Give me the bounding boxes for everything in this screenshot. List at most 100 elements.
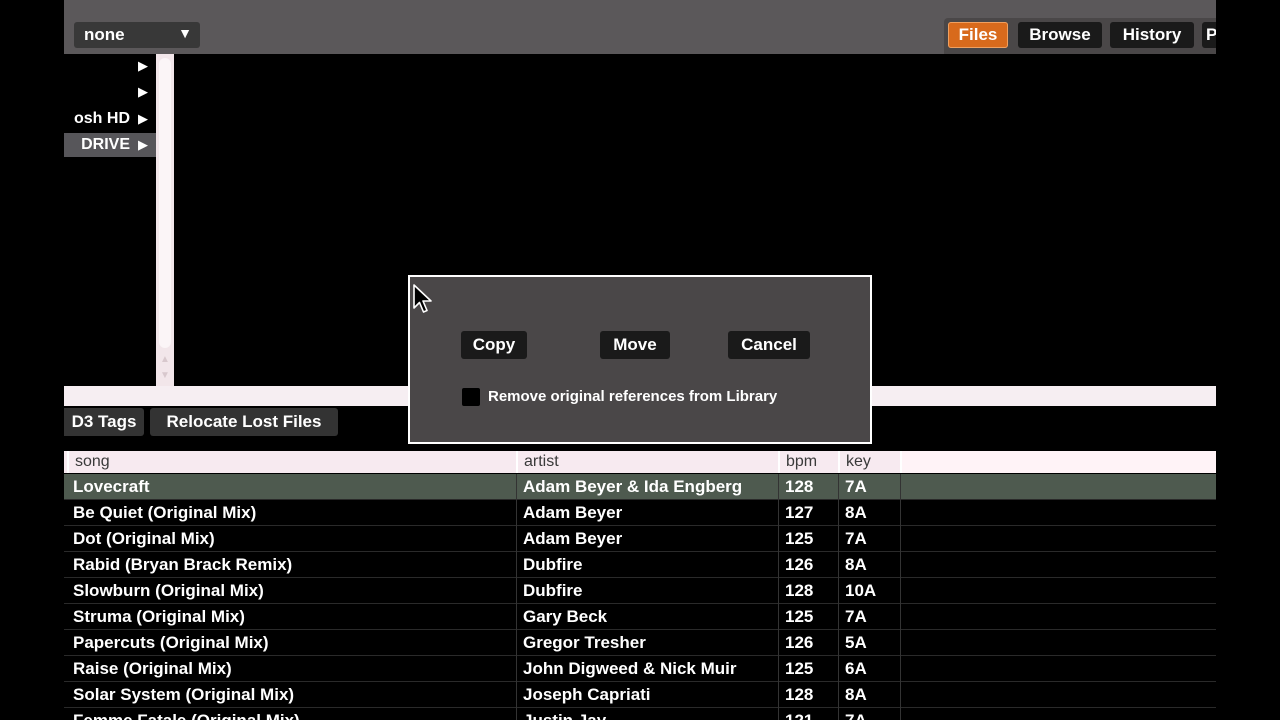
table-row[interactable]: Solar System (Original Mix) Joseph Capri… <box>64 682 1216 708</box>
cell-artist: John Digweed & Nick Muir <box>516 656 778 682</box>
tree-item-label: DRIVE <box>81 136 130 153</box>
cell-bpm: 128 <box>778 578 838 604</box>
tree-item-0[interactable]: ▶ <box>64 54 156 78</box>
remove-references-checkbox[interactable] <box>462 388 480 406</box>
cell-song: Femme Fatale (Original Mix) <box>67 708 516 720</box>
cell-key: 5A <box>838 630 900 656</box>
tree-item-label: osh HD <box>74 110 130 127</box>
remove-references-label: Remove original references from Library <box>488 388 778 405</box>
cell-song: Struma (Original Mix) <box>73 607 245 626</box>
cell-song: Lovecraft <box>73 477 150 496</box>
tree-scrollbar[interactable]: ▲ ▼ <box>156 54 174 388</box>
tab-history[interactable]: History <box>1110 22 1194 48</box>
table-row[interactable]: Rabid (Bryan Brack Remix) Dubfire 126 8A <box>64 552 1216 578</box>
cell-key: 7A <box>838 474 900 500</box>
cell-bpm: 125 <box>778 604 838 630</box>
move-button[interactable]: Move <box>600 331 670 359</box>
cell-bpm: 125 <box>778 656 838 682</box>
table-row[interactable]: Lovecraft Adam Beyer & Ida Engberg 128 7… <box>64 474 1216 500</box>
tab-files[interactable]: Files <box>948 22 1008 48</box>
cell-key: 7A <box>838 526 900 552</box>
expand-arrow-icon[interactable]: ▶ <box>138 137 148 153</box>
tree-item-drive[interactable]: DRIVE ▶ <box>64 133 156 157</box>
cell-bpm: 126 <box>778 630 838 656</box>
expand-arrow-icon[interactable]: ▶ <box>138 58 148 74</box>
cell-song: Dot (Original Mix) <box>73 529 215 548</box>
cell-song: Slowburn (Original Mix) <box>73 581 264 600</box>
expand-arrow-icon[interactable]: ▶ <box>138 111 148 127</box>
tree-scrollbar-thumb[interactable] <box>159 58 171 348</box>
cell-artist: Gregor Tresher <box>516 630 778 656</box>
table-row[interactable]: Be Quiet (Original Mix) Adam Beyer 127 8… <box>64 500 1216 526</box>
copy-button[interactable]: Copy <box>461 331 527 359</box>
cell-empty <box>900 656 1216 682</box>
table-header: song artist bpm key <box>64 451 1216 473</box>
scroll-down-icon[interactable]: ▼ <box>158 370 172 384</box>
cell-artist: Justin Jay <box>516 708 778 720</box>
column-header-key[interactable]: key <box>838 451 900 473</box>
tab-partial[interactable]: P <box>1202 22 1216 48</box>
source-dropdown-value: none <box>84 25 125 44</box>
cell-key: 7A <box>838 708 900 720</box>
cell-empty <box>900 630 1216 656</box>
table-row[interactable]: Papercuts (Original Mix) Gregor Tresher … <box>64 630 1216 656</box>
cell-artist: Joseph Capriati <box>516 682 778 708</box>
cell-empty <box>900 578 1216 604</box>
cell-key: 10A <box>838 578 900 604</box>
cell-empty <box>900 526 1216 552</box>
cell-key: 7A <box>838 604 900 630</box>
cell-bpm: 125 <box>778 526 838 552</box>
cell-empty <box>900 552 1216 578</box>
cell-bpm: 121 <box>778 708 838 720</box>
tree-item-1[interactable]: ▶ <box>64 80 156 104</box>
letterbox-left <box>0 0 64 720</box>
cell-empty <box>900 474 1216 500</box>
cell-song: Rabid (Bryan Brack Remix) <box>73 555 293 574</box>
id3-tags-button[interactable]: D3 Tags <box>64 408 144 436</box>
column-header-empty <box>900 451 1216 473</box>
cell-artist: Adam Beyer <box>516 500 778 526</box>
cell-song: Raise (Original Mix) <box>73 659 232 678</box>
cell-empty <box>900 682 1216 708</box>
cell-song: Solar System (Original Mix) <box>73 685 295 704</box>
cell-artist: Adam Beyer <box>516 526 778 552</box>
table-row[interactable]: Slowburn (Original Mix) Dubfire 128 10A <box>64 578 1216 604</box>
scroll-up-icon[interactable]: ▲ <box>158 354 172 368</box>
relocate-lost-files-button[interactable]: Relocate Lost Files <box>150 408 338 436</box>
app-window: none ▼ Files Browse History P ▶ ▶ osh HD… <box>64 0 1216 720</box>
letterbox-right <box>1216 0 1280 720</box>
cell-empty <box>900 500 1216 526</box>
cell-empty <box>900 708 1216 720</box>
chevron-down-icon: ▼ <box>178 25 192 41</box>
cell-bpm: 126 <box>778 552 838 578</box>
cell-artist: Dubfire <box>516 552 778 578</box>
cell-song: Papercuts (Original Mix) <box>73 633 269 652</box>
copy-move-dialog: Copy Move Cancel Remove original referen… <box>408 275 872 444</box>
cell-bpm: 128 <box>778 682 838 708</box>
cell-artist: Dubfire <box>516 578 778 604</box>
cell-artist: Adam Beyer & Ida Engberg <box>516 474 778 500</box>
tree-item-macintosh-hd[interactable]: osh HD ▶ <box>64 107 156 131</box>
table-row[interactable]: Femme Fatale (Original Mix) Justin Jay 1… <box>64 708 1216 720</box>
cell-bpm: 127 <box>778 500 838 526</box>
track-table: Lovecraft Adam Beyer & Ida Engberg 128 7… <box>64 474 1216 720</box>
folder-tree: ▶ ▶ osh HD ▶ DRIVE ▶ <box>64 54 156 394</box>
table-row[interactable]: Raise (Original Mix) John Digweed & Nick… <box>64 656 1216 682</box>
source-dropdown[interactable]: none ▼ <box>74 22 200 48</box>
column-header-bpm[interactable]: bpm <box>778 451 838 473</box>
column-header-artist[interactable]: artist <box>516 451 778 473</box>
cell-key: 8A <box>838 500 900 526</box>
tab-browse[interactable]: Browse <box>1018 22 1102 48</box>
cancel-button[interactable]: Cancel <box>728 331 810 359</box>
cell-key: 8A <box>838 552 900 578</box>
expand-arrow-icon[interactable]: ▶ <box>138 84 148 100</box>
cell-key: 6A <box>838 656 900 682</box>
table-row[interactable]: Dot (Original Mix) Adam Beyer 125 7A <box>64 526 1216 552</box>
cell-key: 8A <box>838 682 900 708</box>
table-row[interactable]: Struma (Original Mix) Gary Beck 125 7A <box>64 604 1216 630</box>
cell-bpm: 128 <box>778 474 838 500</box>
cell-empty <box>900 604 1216 630</box>
column-header-song[interactable]: song <box>67 451 516 473</box>
cell-artist: Gary Beck <box>516 604 778 630</box>
cell-song: Be Quiet (Original Mix) <box>73 503 257 522</box>
